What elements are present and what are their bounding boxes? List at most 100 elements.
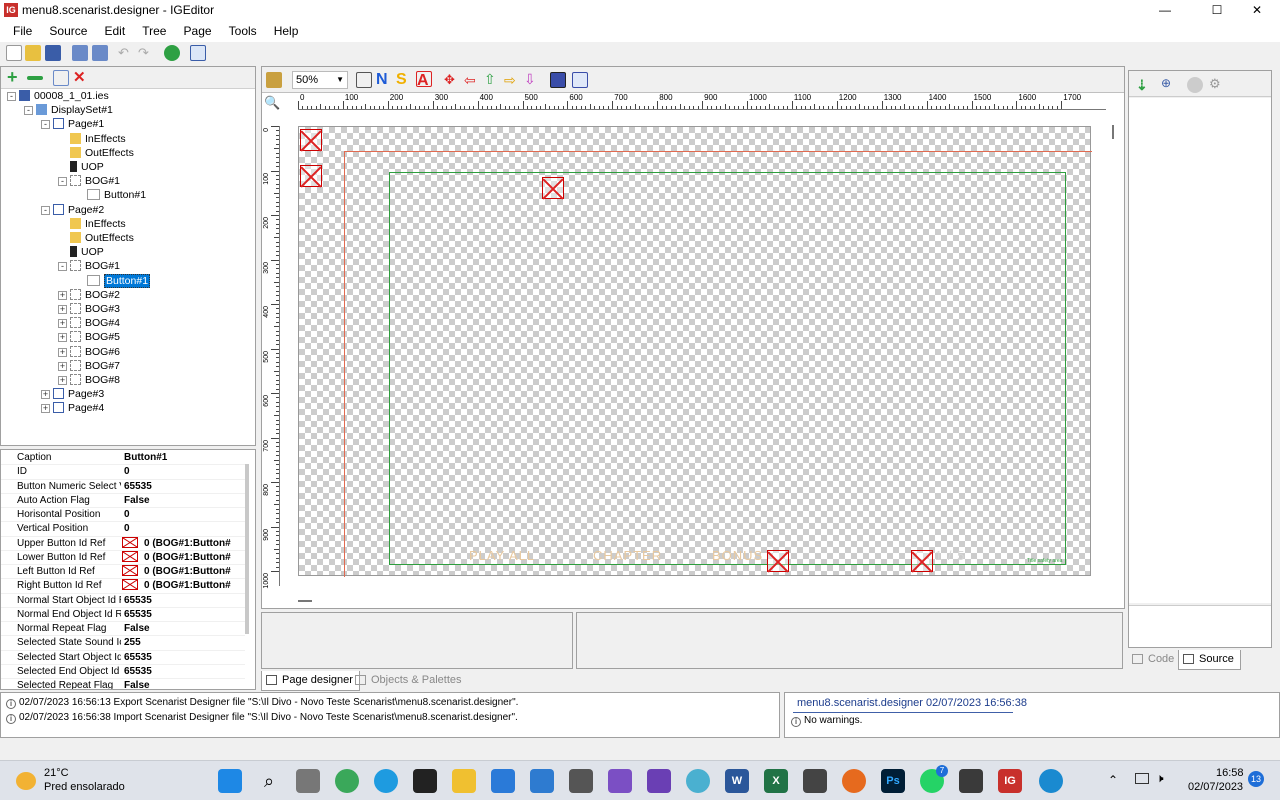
- export-icon[interactable]: [72, 45, 88, 61]
- tree-item[interactable]: Button#1: [87, 188, 146, 202]
- collapse-icon[interactable]: -: [41, 205, 50, 215]
- scenarist-icon[interactable]: [959, 769, 983, 793]
- property-row[interactable]: Caption Button#1: [1, 451, 245, 466]
- notification-badge[interactable]: 13: [1248, 771, 1264, 787]
- weather-temp[interactable]: 21°C: [44, 767, 69, 779]
- firefox-icon[interactable]: [842, 769, 866, 793]
- arrow-up-icon[interactable]: ⇧: [484, 71, 500, 87]
- tree-item[interactable]: 00008_1_01.ies: [19, 89, 109, 103]
- open-folder-icon[interactable]: [25, 45, 41, 61]
- activated-state-icon[interactable]: A: [416, 71, 432, 89]
- property-value[interactable]: 0: [124, 508, 242, 522]
- property-value[interactable]: 0 (BOG#1:Button#: [122, 536, 240, 551]
- mail-icon[interactable]: [491, 769, 515, 793]
- tab-objects-palettes[interactable]: Objects & Palettes: [351, 671, 468, 691]
- menu-page[interactable]: Page: [177, 20, 219, 42]
- menu-help[interactable]: Help: [267, 20, 306, 42]
- zoom-icon[interactable]: ⊕: [1161, 76, 1177, 92]
- fit-icon[interactable]: [572, 72, 588, 88]
- selected-state-icon[interactable]: S: [396, 71, 412, 88]
- property-value[interactable]: Button#1: [124, 451, 242, 465]
- tree-item[interactable]: OutEffects: [70, 146, 134, 160]
- expand-icon[interactable]: +: [58, 347, 67, 357]
- new-file-icon[interactable]: [6, 45, 22, 61]
- clock-time[interactable]: 16:58: [1216, 767, 1244, 779]
- save-icon[interactable]: [45, 45, 61, 61]
- terminal-icon[interactable]: [413, 769, 437, 793]
- property-row[interactable]: Left Button Id Ref 0 (BOG#1:Button#: [1, 565, 245, 580]
- property-value[interactable]: 0: [124, 465, 242, 479]
- collapse-icon[interactable]: -: [58, 177, 67, 187]
- search-icon[interactable]: ⌕: [257, 769, 281, 793]
- import-icon[interactable]: [92, 45, 108, 61]
- torrent-icon[interactable]: [335, 769, 359, 793]
- zoom-select[interactable]: 50% ▼: [292, 71, 348, 89]
- tree-item[interactable]: BOG#7: [70, 359, 120, 373]
- igeditor-icon[interactable]: IG: [998, 769, 1022, 793]
- visual-studio-2-icon[interactable]: [647, 769, 671, 793]
- tree-item[interactable]: InEffects: [70, 132, 126, 146]
- delete-icon[interactable]: ✕: [73, 70, 89, 86]
- property-value[interactable]: False: [124, 494, 242, 508]
- button-placeholder[interactable]: [767, 550, 789, 572]
- check-icon[interactable]: [164, 45, 180, 61]
- property-row[interactable]: Upper Button Id Ref 0 (BOG#1:Button#: [1, 536, 245, 551]
- tree-item[interactable]: BOG#4: [70, 316, 120, 330]
- tree-item[interactable]: BOG#8: [70, 373, 120, 387]
- clock-date[interactable]: 02/07/2023: [1188, 781, 1243, 793]
- weather-sun-icon[interactable]: [16, 772, 36, 790]
- volume-icon[interactable]: 🕨: [1156, 771, 1164, 786]
- arrow-down-icon[interactable]: ⇩: [524, 71, 540, 87]
- property-value[interactable]: 0: [124, 522, 242, 536]
- expand-icon[interactable]: +: [41, 390, 50, 400]
- task-view-icon[interactable]: [296, 769, 320, 793]
- menu-file[interactable]: File: [6, 20, 39, 42]
- menu-canvas[interactable]: Title safety area PLAY ALL CHAPTER BONUS…: [298, 126, 1092, 577]
- globe-icon[interactable]: [686, 769, 710, 793]
- settings-gear-icon[interactable]: ⚙: [1209, 76, 1225, 92]
- visual-studio-icon[interactable]: [608, 769, 632, 793]
- property-value[interactable]: 0 (BOG#1:Button#: [122, 565, 240, 579]
- expand-icon[interactable]: +: [58, 305, 67, 314]
- button-placeholder[interactable]: [300, 129, 322, 151]
- property-value[interactable]: 0 (BOG#1:Button#: [122, 550, 240, 565]
- tree-item[interactable]: Page#2: [53, 203, 104, 217]
- properties-scrollbar[interactable]: [245, 464, 249, 634]
- tree-item[interactable]: UOP: [70, 245, 104, 259]
- collapse-icon[interactable]: -: [58, 262, 67, 272]
- tree-item[interactable]: Page#3: [53, 387, 104, 401]
- tree-item[interactable]: Page#1: [53, 117, 104, 131]
- weather-desc[interactable]: Pred ensolarado: [44, 781, 125, 793]
- arrow-right-icon[interactable]: ⇨: [504, 72, 520, 88]
- expand-icon[interactable]: +: [58, 376, 67, 385]
- property-row[interactable]: Selected End Object Id 65535: [1, 665, 245, 680]
- word-icon[interactable]: W: [725, 769, 749, 793]
- remove-icon[interactable]: [27, 76, 43, 80]
- button-placeholder[interactable]: [911, 550, 933, 572]
- expand-icon[interactable]: +: [58, 361, 67, 371]
- edge-icon[interactable]: [374, 769, 398, 793]
- tree-item[interactable]: BOG#1: [70, 259, 120, 273]
- tree-item[interactable]: BOG#1: [70, 174, 120, 188]
- property-value[interactable]: 65535: [124, 651, 242, 665]
- redo-icon[interactable]: ↷: [138, 45, 154, 61]
- property-row[interactable]: Button Numeric Select V 65535: [1, 480, 245, 494]
- chevron-up-icon[interactable]: ⌃: [1108, 773, 1118, 787]
- download-icon[interactable]: ⇣: [1136, 77, 1152, 93]
- menu-edit[interactable]: Edit: [98, 20, 133, 42]
- property-row[interactable]: Horisontal Position 0: [1, 508, 245, 523]
- collapse-icon[interactable]: -: [7, 92, 16, 101]
- property-value[interactable]: 65535: [124, 480, 242, 494]
- app-icon-dark[interactable]: [803, 769, 827, 793]
- property-row[interactable]: Normal End Object Id Re 65535: [1, 608, 245, 623]
- tree-item[interactable]: Page#4: [53, 401, 104, 415]
- add-icon[interactable]: +: [7, 68, 23, 86]
- property-value[interactable]: False: [124, 679, 242, 689]
- network-app-icon[interactable]: [1039, 769, 1063, 793]
- property-row[interactable]: ID 0: [1, 465, 245, 480]
- tree-item[interactable]: InEffects: [70, 217, 126, 231]
- collapse-icon[interactable]: -: [24, 106, 33, 116]
- tree-item[interactable]: OutEffects: [70, 231, 134, 245]
- expand-icon[interactable]: +: [58, 290, 67, 300]
- property-value[interactable]: 255: [124, 636, 242, 650]
